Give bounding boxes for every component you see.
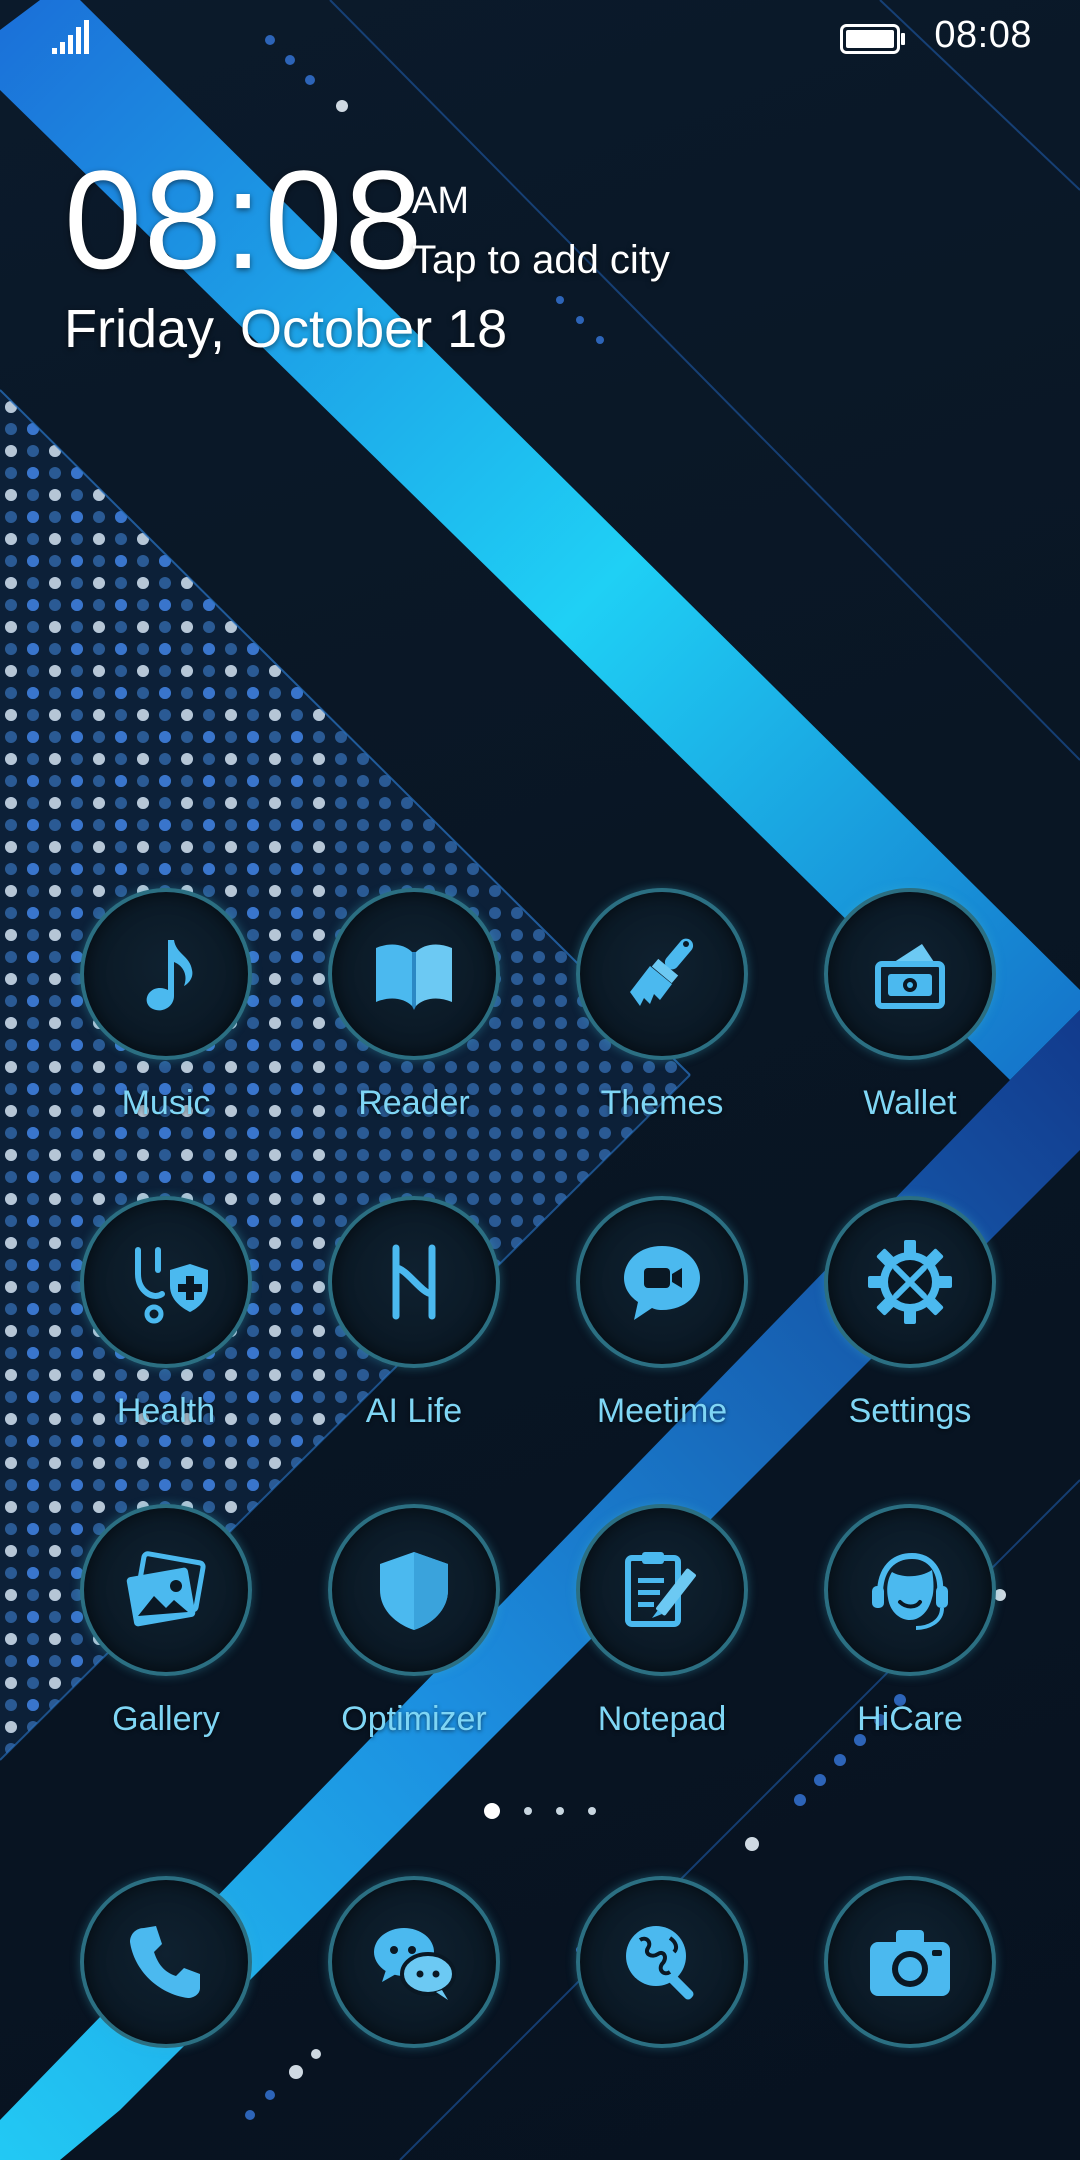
battery-full-icon: [840, 24, 905, 54]
app-ai-life[interactable]: AI Life: [294, 1196, 534, 1456]
app-wallet-circle[interactable]: [824, 888, 996, 1060]
app-wallet[interactable]: Wallet: [790, 888, 1030, 1148]
app-gallery[interactable]: Gallery: [46, 1504, 286, 1764]
clipboard-pencil-icon: [625, 1552, 696, 1627]
app-notepad[interactable]: Notepad: [542, 1504, 782, 1764]
dock-camera[interactable]: [790, 1876, 1030, 2056]
dock-browser-circle[interactable]: [576, 1876, 748, 2048]
app-health-circle[interactable]: [80, 1196, 252, 1368]
app-meetime-circle[interactable]: [576, 1196, 748, 1368]
dock-browser[interactable]: [542, 1876, 782, 2056]
app-label: Gallery: [112, 1700, 220, 1738]
wallet-icon: [875, 944, 945, 1009]
app-meetime[interactable]: Meetime: [542, 1196, 782, 1456]
page-indicator[interactable]: [0, 1800, 1080, 1824]
globe-search-icon: [626, 1926, 694, 2000]
dock-camera-circle[interactable]: [824, 1876, 996, 2048]
app-notepad-circle[interactable]: [576, 1504, 748, 1676]
phone-icon: [130, 1926, 200, 1998]
app-themes-circle[interactable]: [576, 888, 748, 1060]
app-label: Optimizer: [341, 1700, 487, 1738]
app-label: AI Life: [365, 1392, 463, 1430]
headset-agent-icon: [872, 1552, 948, 1630]
clock-ampm: AM: [412, 180, 469, 222]
camera-icon: [870, 1930, 950, 1996]
app-label: Settings: [848, 1392, 972, 1430]
add-city-link[interactable]: Tap to add city: [412, 238, 670, 283]
app-health[interactable]: Health: [46, 1196, 286, 1456]
app-label: Meetime: [596, 1392, 728, 1430]
dock-phone[interactable]: [46, 1876, 286, 2056]
dock-messages[interactable]: [294, 1876, 534, 2056]
app-label: Health: [116, 1392, 216, 1430]
app-gallery-circle[interactable]: [80, 1504, 252, 1676]
page-dot[interactable]: [556, 1807, 564, 1815]
app-themes[interactable]: Themes: [542, 888, 782, 1148]
app-settings-circle[interactable]: [824, 1196, 996, 1368]
app-reader[interactable]: Reader: [294, 888, 534, 1148]
status-time: 08:08: [934, 14, 1032, 56]
signal-icon: [52, 20, 89, 54]
page-dot-active[interactable]: [484, 1803, 500, 1819]
app-label: Themes: [600, 1084, 724, 1122]
app-label: Wallet: [863, 1084, 957, 1122]
clock-date[interactable]: Friday, October 18: [64, 298, 507, 360]
app-label: Reader: [358, 1084, 470, 1122]
app-music-circle[interactable]: [80, 888, 252, 1060]
app-optimizer-circle[interactable]: [328, 1504, 500, 1676]
dock-messages-circle[interactable]: [328, 1876, 500, 2048]
paintbrush-icon: [630, 938, 694, 1006]
stethoscope-shield-icon: [135, 1247, 208, 1324]
photos-icon: [126, 1551, 206, 1627]
video-chat-icon: [624, 1246, 700, 1320]
app-label: HiCare: [857, 1700, 963, 1738]
app-reader-circle[interactable]: [328, 888, 500, 1060]
open-book-icon: [376, 944, 452, 1010]
shield-icon: [380, 1552, 448, 1630]
app-label: Notepad: [597, 1700, 727, 1738]
app-ai-life-circle[interactable]: [328, 1196, 500, 1368]
app-optimizer[interactable]: Optimizer: [294, 1504, 534, 1764]
app-settings[interactable]: Settings: [790, 1196, 1030, 1456]
app-hicare[interactable]: HiCare: [790, 1504, 1030, 1764]
app-hicare-circle[interactable]: [824, 1504, 996, 1676]
gear-tools-icon: [868, 1240, 952, 1324]
music-note-icon: [146, 940, 193, 1011]
clock-time[interactable]: 08:08: [64, 150, 424, 290]
page-dot[interactable]: [524, 1807, 532, 1815]
page-dot[interactable]: [588, 1807, 596, 1815]
ai-life-icon: [392, 1244, 436, 1320]
dock-phone-circle[interactable]: [80, 1876, 252, 2048]
app-music[interactable]: Music: [46, 888, 286, 1148]
status-bar: 08:08: [0, 0, 1080, 72]
app-label: Music: [121, 1084, 211, 1122]
chat-bubbles-icon: [374, 1928, 456, 2000]
home-screen: 08:08 08:08 AM Tap to add city Friday, O…: [0, 0, 1080, 2160]
